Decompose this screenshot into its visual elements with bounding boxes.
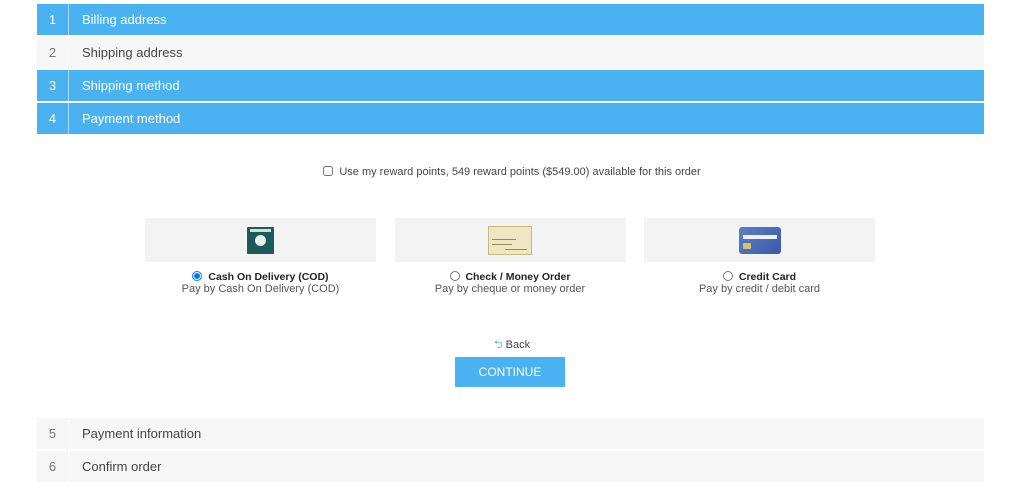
payment-logo-box	[394, 218, 626, 262]
step-payment-method[interactable]: 4 Payment method	[37, 103, 984, 134]
step-label: Confirm order	[82, 459, 162, 474]
payment-method-name-text: Cash On Delivery (COD)	[208, 271, 329, 283]
step-confirm-order[interactable]: 6 Confirm order	[37, 451, 984, 482]
payment-method-radio-credit-card[interactable]	[722, 271, 733, 281]
payment-method-credit-card[interactable]: Credit Card Pay by credit / debit card	[644, 218, 875, 295]
step-payment-information[interactable]: 5 Payment information	[37, 418, 984, 449]
reward-points-option: Use my reward points, 549 reward points …	[0, 166, 1024, 178]
back-label: Back	[505, 339, 531, 351]
back-arrow-icon: ⮌	[493, 339, 503, 351]
step-number: 4	[37, 103, 69, 134]
payment-method-description: Pay by cheque or money order	[434, 283, 586, 295]
credit-card-logo-icon	[738, 226, 781, 254]
step-number: 2	[37, 37, 69, 68]
step-label: Shipping address	[82, 45, 183, 60]
step-number: 5	[37, 418, 69, 449]
payment-method-radio-cod[interactable]	[192, 271, 203, 281]
payment-method-name-text: Credit Card	[738, 271, 797, 283]
payment-method-name: Credit Card	[644, 271, 875, 283]
payment-method-name-text: Check / Money Order	[465, 271, 571, 283]
payment-method-description: Pay by Cash On Delivery (COD)	[181, 283, 340, 295]
payment-method-description: Pay by credit / debit card	[698, 283, 821, 295]
check-logo-icon	[488, 225, 532, 255]
step-shipping-method[interactable]: 3 Shipping method	[37, 70, 984, 101]
step-number: 1	[37, 4, 69, 35]
payment-method-name: Check / Money Order	[395, 271, 626, 283]
continue-button[interactable]: CONTINUE	[455, 357, 565, 387]
checkout-steps-top: 1 Billing address 2 Shipping address 3 S…	[37, 4, 984, 136]
reward-points-checkbox[interactable]	[323, 166, 334, 176]
step-label: Payment method	[82, 111, 181, 126]
back-link[interactable]: ⮌ Back	[0, 336, 1024, 355]
step-label: Shipping method	[82, 78, 180, 93]
reward-points-label: Use my reward points, 549 reward points …	[339, 166, 701, 178]
payment-method-check[interactable]: Check / Money Order Pay by cheque or mon…	[394, 218, 626, 295]
payment-method-cod[interactable]: Cash On Delivery (COD) Pay by Cash On De…	[145, 218, 376, 295]
payment-logo-box	[644, 218, 875, 262]
payment-logo-box	[145, 218, 376, 262]
payment-method-radio-check[interactable]	[449, 271, 460, 281]
step-number: 3	[37, 70, 69, 101]
payment-methods-list: Cash On Delivery (COD) Pay by Cash On De…	[145, 218, 875, 295]
step-number: 6	[37, 451, 69, 482]
payment-method-name: Cash On Delivery (COD)	[145, 271, 376, 283]
step-label: Payment information	[82, 426, 202, 441]
checkout-steps-bottom: 5 Payment information 6 Confirm order	[37, 418, 984, 484]
step-billing-address[interactable]: 1 Billing address	[37, 4, 984, 35]
step-shipping-address[interactable]: 2 Shipping address	[37, 37, 984, 68]
step-label: Billing address	[82, 12, 167, 27]
cod-logo-icon	[247, 226, 274, 254]
